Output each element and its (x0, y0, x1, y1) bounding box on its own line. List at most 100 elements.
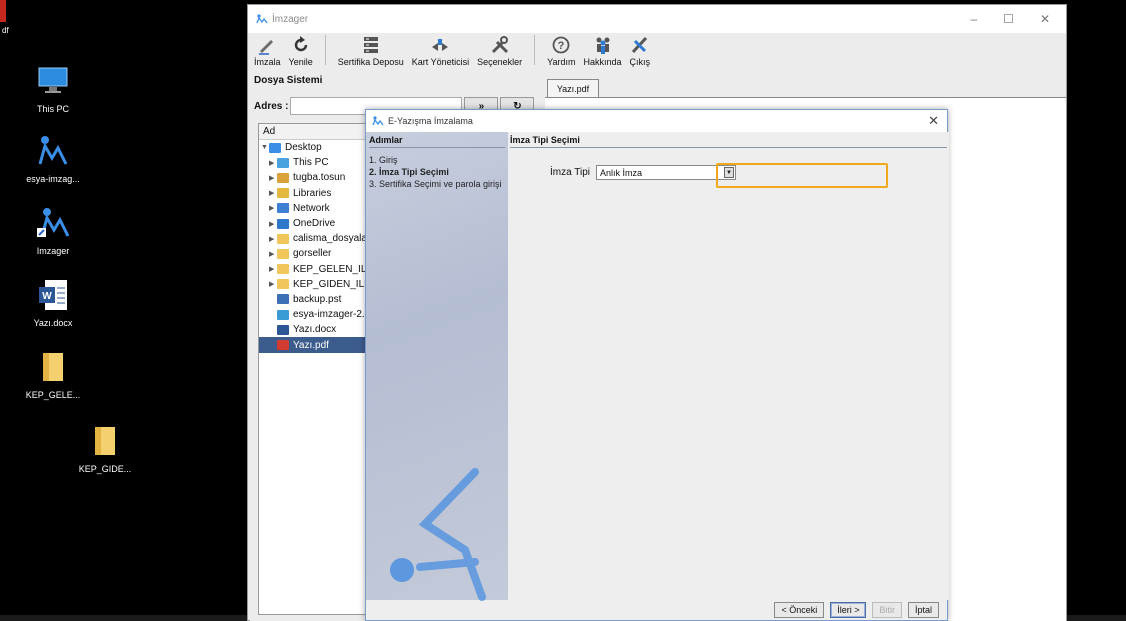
about-icon (596, 37, 610, 54)
expand-arrow-icon[interactable]: ▶ (269, 174, 277, 182)
tree-item-icon (277, 294, 289, 305)
expand-arrow-icon[interactable]: ▶ (269, 250, 277, 258)
esya-logo-icon (36, 134, 70, 168)
app-logo-icon (372, 116, 384, 126)
certificate-store-icon (363, 37, 378, 53)
expand-arrow-icon[interactable]: ▶ (269, 265, 277, 273)
tree-item-label: KEP_GIDEN_ILE (293, 278, 371, 290)
folder-icon (36, 350, 70, 384)
dialog-close-icon[interactable]: ✕ (928, 113, 947, 129)
desktop-icon-this-pc[interactable]: This PC (8, 64, 98, 114)
cancel-button[interactable]: İptal (907, 602, 939, 618)
previous-button[interactable]: < Önceki (774, 602, 825, 618)
folder-icon (88, 424, 122, 458)
close-icon[interactable]: ✕ (1040, 12, 1050, 26)
tree-item-icon (277, 203, 289, 214)
tree-item-label: Network (293, 202, 330, 214)
tree-item-label: Yazı.docx (293, 324, 337, 336)
next-button[interactable]: İleri > (830, 602, 867, 618)
step-3: 3. Sertifika Seçimi ve parola girişi (369, 179, 502, 189)
tree-item-icon (277, 188, 289, 199)
toolbar-separator (534, 35, 536, 65)
desktop-icon-label: Yazı.docx (33, 318, 73, 328)
tree-item-icon (277, 340, 289, 351)
step-2: 2. İmza Tipi Seçimi (369, 167, 449, 177)
esya-watermark-logo (390, 468, 486, 601)
window-title: İmzager (272, 13, 309, 25)
toolbar-label: Yenile (288, 57, 313, 67)
tree-item-icon (277, 218, 289, 229)
tree-item-label: This PC (293, 157, 329, 169)
expand-arrow-icon[interactable]: ▶ (269, 189, 277, 197)
tools-icon (491, 36, 508, 54)
tree-item-label: calisma_dosyala (293, 233, 367, 245)
refresh-icon (294, 36, 307, 52)
toolbar-label: Çıkış (629, 57, 651, 67)
wizard-content: İmza Tipi Seçimi İmza Tipi Anlık İmza ▼ (508, 132, 949, 600)
toolbar-label: Hakkında (583, 57, 622, 67)
tree-item-label: OneDrive (293, 218, 336, 230)
content-header: İmza Tipi Seçimi (510, 135, 580, 145)
exit-icon (631, 36, 647, 54)
tree-item-label: esya-imzager-2.5 (293, 309, 371, 321)
tree-item-icon (269, 142, 281, 153)
svg-text:W: W (42, 291, 52, 302)
desktop-icon-imzager[interactable]: Imzager (8, 206, 98, 256)
dialog-button-row: < Önceki İleri > Bitir İptal (774, 602, 939, 618)
exit-button[interactable]: Çıkış (629, 33, 651, 67)
certificate-store-button[interactable]: Sertifika Deposu (338, 33, 404, 67)
expand-arrow-icon[interactable]: ▶ (269, 235, 277, 243)
step-1: 1. Giriş (369, 155, 398, 165)
toolbar-separator (324, 35, 326, 65)
help-icon: ? (552, 36, 570, 54)
toolbar-label: Seçenekler (477, 57, 523, 67)
tree-item-icon (277, 248, 289, 259)
signing-dialog: E-Yazışma İmzalama ✕ Adımlar 1. Giriş 2.… (365, 109, 949, 621)
card-manager-button[interactable]: Kart Yöneticisi (412, 33, 469, 67)
expand-arrow-icon[interactable]: ▶ (269, 220, 277, 228)
tree-item-label: backup.pst (293, 293, 342, 305)
desktop-corner-label: df (2, 26, 9, 35)
maximize-icon[interactable]: ☐ (1003, 12, 1014, 26)
tree-item-label: Yazı.pdf (293, 339, 329, 351)
tree-item-icon (277, 309, 289, 320)
desktop-icon-yazi-docx[interactable]: W Yazı.docx (8, 278, 98, 328)
tree-item-label: Desktop (285, 142, 322, 154)
expand-arrow-icon[interactable]: ▶ (269, 204, 277, 212)
card-manager-icon (432, 39, 449, 51)
expand-arrow-icon[interactable]: ▶ (269, 159, 277, 167)
tab-yazi-pdf[interactable]: Yazı.pdf (547, 79, 599, 97)
desktop-icon-esya[interactable]: esya-imzag... (8, 134, 98, 184)
address-label: Adres : (254, 100, 289, 112)
help-button[interactable]: ? Yardım (547, 33, 576, 67)
desktop-icon-label: esya-imzag... (26, 174, 80, 184)
svg-text:?: ? (558, 40, 565, 52)
sign-pen-icon (259, 40, 274, 55)
sign-button[interactable]: İmzala (254, 33, 281, 67)
file-system-title: Dosya Sistemi (254, 75, 323, 86)
tree-item-label: gorseller (293, 248, 332, 260)
minimize-icon[interactable]: – (970, 12, 977, 26)
refresh-button[interactable]: Yenile (289, 33, 313, 67)
pdf-app-icon-partial (0, 0, 6, 22)
dialog-titlebar: E-Yazışma İmzalama ✕ (366, 110, 947, 132)
tree-item-label: tugba.tosun (293, 172, 346, 184)
toolbar-label: İmzala (254, 57, 281, 67)
tree-item-icon (277, 157, 289, 168)
desktop-icon-kep-gelen[interactable]: KEP_GELE... (8, 350, 98, 400)
about-button[interactable]: Hakkında (584, 33, 622, 67)
expand-arrow-icon[interactable]: ▼ (261, 144, 269, 151)
desktop-icon-label: Imzager (36, 246, 70, 256)
tree-item-icon (277, 279, 289, 290)
signature-type-value: Anlık İmza (600, 167, 643, 178)
desktop-icon-label: This PC (36, 104, 69, 114)
desktop-icon-label: KEP_GIDE... (78, 464, 132, 474)
desktop-icon-kep-giden[interactable]: KEP_GIDE... (60, 424, 150, 474)
tree-item-label: KEP_GELEN_ILE (293, 263, 374, 275)
monitor-icon (36, 64, 70, 98)
imzager-shortcut-icon (36, 206, 70, 240)
options-button[interactable]: Seçenekler (477, 33, 522, 67)
expand-arrow-icon[interactable]: ▶ (269, 280, 277, 288)
wizard-steps-panel: Adımlar 1. Giriş 2. İmza Tipi Seçimi 3. … (366, 132, 508, 601)
finish-button[interactable]: Bitir (872, 602, 902, 618)
